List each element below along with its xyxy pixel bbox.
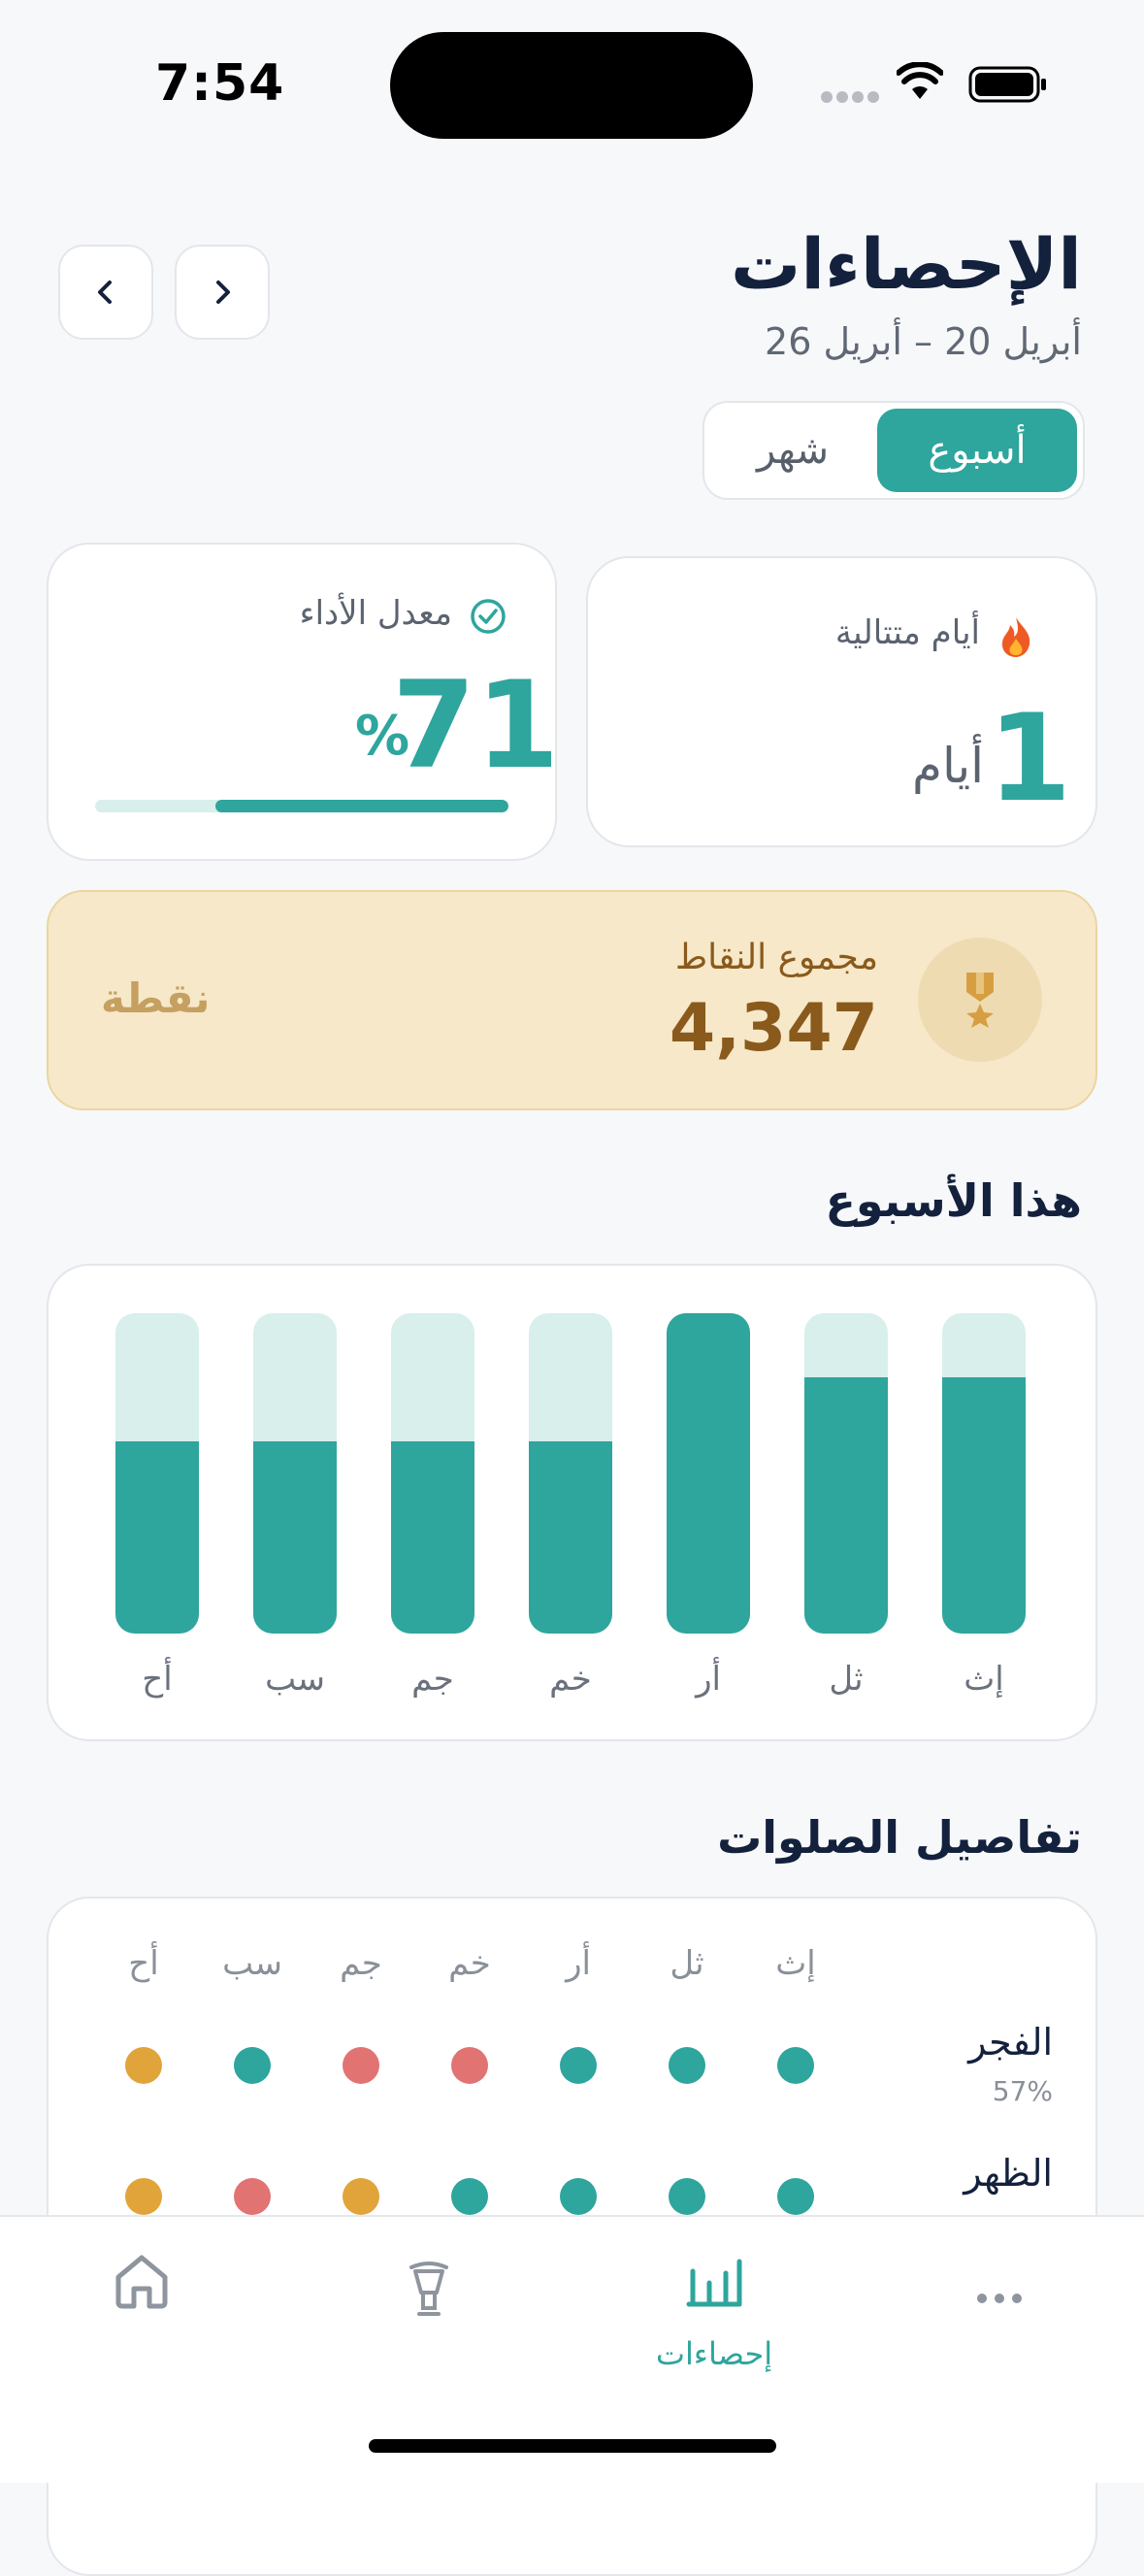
fire-icon xyxy=(1001,617,1030,657)
week-section-title: هذا الأسبوع xyxy=(825,1174,1082,1227)
chart-bar-track xyxy=(804,1313,888,1634)
chart-bar xyxy=(804,1377,888,1634)
page-title: الإحصاءات xyxy=(730,223,1082,305)
chart-x-tick-label: خم xyxy=(549,1660,592,1699)
tab-stats-label: إحصاءات xyxy=(655,2335,773,2372)
lantern-icon xyxy=(409,2262,448,2316)
date-range: أبريل 20 – أبريل 26 xyxy=(765,320,1082,363)
prayer-name: الفجر xyxy=(968,2021,1053,2064)
chart-x-tick-label: أر xyxy=(696,1660,721,1699)
prayer-day-header: أر xyxy=(566,1944,591,1983)
prayer-status-dot[interactable] xyxy=(560,2178,597,2215)
prayer-status-dot[interactable] xyxy=(777,2178,814,2215)
check-circle-icon xyxy=(471,599,506,634)
chart-bar xyxy=(529,1441,612,1634)
medal-icon xyxy=(966,973,994,1028)
prayer-status-dot[interactable] xyxy=(451,2047,488,2084)
status-time: 7:54 xyxy=(155,54,285,113)
prayer-day-header: جم xyxy=(340,1944,382,1983)
prayer-name: الظهر xyxy=(964,2152,1053,2195)
dynamic-island xyxy=(390,32,753,139)
chart-x-tick-label: جم xyxy=(411,1660,454,1699)
chart-x-tick-label: إث xyxy=(964,1660,1004,1699)
chart-bar-track xyxy=(942,1313,1026,1634)
streak-value: 1 xyxy=(988,689,1072,829)
chart-bar xyxy=(391,1441,474,1634)
chevron-right-icon xyxy=(216,281,230,304)
tab-lantern[interactable] xyxy=(380,2240,477,2337)
prayer-status-dot[interactable] xyxy=(234,2178,271,2215)
prayer-status-dot[interactable] xyxy=(669,2047,705,2084)
prayer-status-dot[interactable] xyxy=(234,2047,271,2084)
prayer-day-header: إث xyxy=(775,1944,816,1983)
battery-icon xyxy=(968,66,1046,103)
chart-bar-track xyxy=(667,1313,750,1634)
performance-progress-fill xyxy=(214,800,508,812)
prayer-status-dot[interactable] xyxy=(777,2047,814,2084)
chart-x-tick-label: أح xyxy=(142,1660,173,1699)
more-icon xyxy=(977,2294,1022,2303)
chart-bar-track xyxy=(115,1313,199,1634)
points-value: 4,347 xyxy=(669,990,878,1067)
chart-x-tick-label: سب xyxy=(265,1660,325,1699)
prayer-status-dot[interactable] xyxy=(669,2178,705,2215)
next-week-button[interactable] xyxy=(175,245,270,340)
performance-value: 71 xyxy=(392,656,560,796)
prayer-status-dot[interactable] xyxy=(125,2047,162,2084)
wifi-icon xyxy=(897,62,943,99)
performance-progress-bar xyxy=(95,800,508,812)
prayer-status-dot[interactable] xyxy=(125,2178,162,2215)
prayer-day-header: خم xyxy=(448,1944,491,1983)
streak-unit: أيام xyxy=(912,738,984,794)
tab-more[interactable] xyxy=(951,2250,1048,2347)
tab-month[interactable]: شهر xyxy=(710,409,875,492)
chart-bar xyxy=(942,1377,1026,1634)
chart-bar-track xyxy=(529,1313,612,1634)
chevron-left-icon xyxy=(98,281,112,304)
prayer-percent: 57% xyxy=(992,2075,1053,2107)
prayer-day-header: سب xyxy=(222,1944,282,1983)
tab-home[interactable] xyxy=(93,2232,190,2329)
chart-bar xyxy=(115,1441,199,1634)
chart-bar xyxy=(253,1441,337,1634)
period-segmented-control: أسبوع شهر xyxy=(703,401,1085,500)
prayer-status-dot[interactable] xyxy=(560,2047,597,2084)
cellular-signal-icon xyxy=(821,91,879,103)
previous-week-button[interactable] xyxy=(58,245,153,340)
chart-bar-track xyxy=(391,1313,474,1634)
points-label: مجموع النقاط xyxy=(674,938,878,977)
home-indicator xyxy=(369,2439,776,2453)
chart-bar-track xyxy=(253,1313,337,1634)
prayer-day-header: ثل xyxy=(670,1944,704,1983)
performance-label: معدل الأداء xyxy=(299,594,452,633)
tab-stats[interactable]: إحصاءات xyxy=(646,2242,782,2388)
prayer-day-header: أح xyxy=(128,1944,159,1983)
tab-week[interactable]: أسبوع xyxy=(877,409,1077,492)
chart-x-tick-label: ثل xyxy=(829,1660,864,1699)
prayer-status-dot[interactable] xyxy=(343,2047,379,2084)
home-icon xyxy=(115,2255,168,2309)
points-unit: نقطة xyxy=(101,974,211,1022)
performance-unit: % xyxy=(355,705,410,768)
streak-label: أيام متتالية xyxy=(834,613,980,652)
stats-icon xyxy=(686,2259,742,2307)
prayer-status-dot[interactable] xyxy=(451,2178,488,2215)
prayer-section-title: تفاصيل الصلوات xyxy=(717,1811,1082,1864)
chart-bar xyxy=(667,1313,750,1634)
prayer-status-dot[interactable] xyxy=(343,2178,379,2215)
